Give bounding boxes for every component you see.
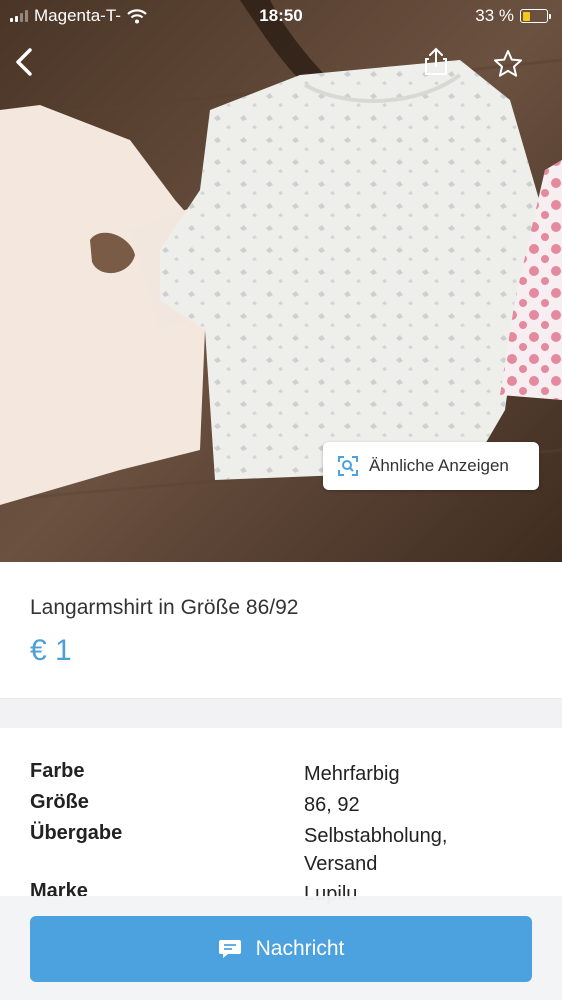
detail-key: Größe [30,791,89,813]
listing-header: Langarmshirt in Größe 86/92 € 1 [0,562,562,698]
star-icon[interactable] [492,48,524,80]
status-right: 33 % [475,6,551,26]
chat-bubble-icon [218,940,241,958]
detail-value: Mehrfarbig [304,763,400,785]
status-bar: Magenta-T- 18:50 33 % [0,0,562,34]
detail-value: Selbstabholung, Versand [304,825,448,875]
share-icon[interactable] [420,46,452,78]
battery-percent: 33 % [475,6,514,25]
bottom-action-bar: Nachricht [0,896,562,1000]
battery-icon [520,9,551,23]
listing-price: € 1 [30,634,72,667]
image-search-icon [338,456,358,476]
detail-value: 86, 92 [304,794,360,816]
detail-key: Farbe [30,760,85,782]
detail-key: Übergabe [30,822,123,844]
battery-fill [522,11,531,21]
listing-title: Langarmshirt in Größe 86/92 [30,596,299,619]
chevron-left-icon[interactable] [8,44,44,80]
similar-ads-label: Ähnliche Anzeigen [369,456,509,475]
section-divider [0,698,562,728]
message-button[interactable]: Nachricht [30,916,532,982]
similar-ads-button[interactable]: Ähnliche Anzeigen [323,442,539,490]
message-button-label: Nachricht [255,937,345,960]
